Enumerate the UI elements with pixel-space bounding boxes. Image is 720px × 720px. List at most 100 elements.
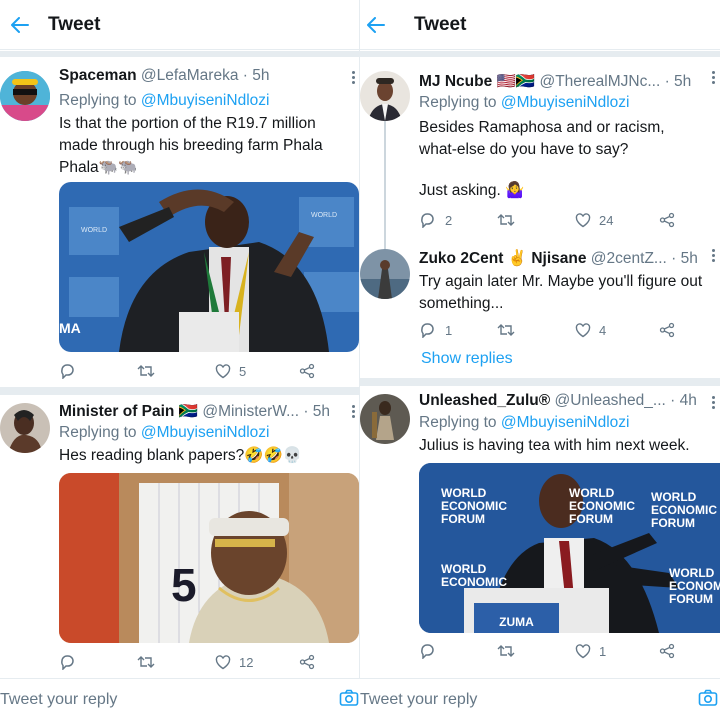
reply-button[interactable] (59, 654, 137, 670)
timestamp: · 5h (242, 67, 270, 84)
tweet-text: Try again later Mr. Maybe you'll figure … (419, 273, 703, 312)
like-button[interactable]: 24 (575, 213, 659, 228)
media-nameplate: ZUMA (499, 615, 534, 629)
share-button[interactable] (659, 643, 675, 659)
avatar[interactable] (360, 71, 410, 121)
tweet-image[interactable]: WORLD WORLD MA (59, 182, 359, 352)
user-handle[interactable]: @LefaMareka (141, 67, 239, 84)
tweet[interactable]: Minister of Pain 🇿🇦 @MinisterW... · 5h R… (0, 395, 359, 680)
media-caption: MA (59, 320, 81, 336)
reply-button[interactable]: 1 (419, 322, 497, 338)
media-banner-lower-left: WORLD ECONOMIC (441, 562, 507, 589)
media-banner-center: WORLD ECONOMIC FORUM (569, 486, 635, 526)
avatar[interactable] (360, 394, 410, 444)
share-button[interactable] (299, 363, 315, 379)
camera-icon[interactable] (698, 689, 718, 707)
user-handle[interactable]: @MinisterW... (202, 403, 299, 420)
divider (360, 378, 720, 386)
retweet-button[interactable] (137, 655, 215, 669)
replying-to-label: Replying to (59, 424, 137, 441)
retweet-button[interactable] (137, 364, 215, 378)
back-arrow-icon[interactable] (362, 0, 390, 50)
tweet-actions: 2 24 (419, 210, 679, 230)
divider (0, 387, 359, 395)
more-options-icon[interactable] (352, 405, 356, 419)
like-button[interactable]: 4 (575, 323, 659, 338)
media-banner-right: WORLD ECONOMIC FORUM (651, 490, 717, 530)
like-count: 4 (599, 322, 607, 338)
timestamp: · 5h (664, 73, 692, 90)
tweet-text-line2: Just asking. 🤷‍♀️ (419, 182, 525, 199)
reply-composer-bar: Tweet your reply Tweet your reply (0, 678, 720, 720)
media-banner-lower-right: WORLD ECONOMIC FORUM (669, 566, 720, 606)
more-options-icon[interactable] (352, 71, 356, 85)
reply-button[interactable]: 2 (419, 212, 497, 228)
display-name[interactable]: Unleashed_Zulu® (419, 392, 550, 409)
tweet-text: Julius is having tea with him next week. (419, 437, 690, 454)
like-button[interactable]: 5 (215, 364, 299, 379)
display-name[interactable]: Spaceman (59, 67, 137, 84)
svg-text:WORLD: WORLD (311, 212, 337, 219)
replying-to-link[interactable]: @MbuyiseniNdlozi (141, 424, 270, 441)
tweet[interactable]: Zuko 2Cent ✌️ Njisane @2centZ... · 5h Tr… (360, 237, 720, 347)
more-options-icon[interactable] (712, 249, 716, 263)
reply-input-left[interactable]: Tweet your reply (0, 691, 117, 709)
tweet[interactable]: MJ Ncube 🇺🇸🇿🇦 @TherealMJNc... · 5h Reply… (360, 57, 720, 237)
share-button[interactable] (659, 322, 675, 338)
timestamp: · 4h (670, 392, 697, 409)
tweet-actions: 1 (419, 641, 679, 661)
like-count: 1 (599, 643, 607, 659)
timestamp: · 5h (303, 403, 331, 420)
flag-emoji: 🇿🇦 (178, 403, 199, 420)
user-handle[interactable]: @2centZ... (591, 250, 667, 267)
display-name[interactable]: MJ Ncube (419, 73, 492, 90)
like-button[interactable]: 12 (215, 655, 299, 670)
back-arrow-icon[interactable] (0, 0, 40, 50)
left-tweet-pane: Tweet Spaceman @LefaMareka · 5h Replying… (0, 0, 360, 720)
timestamp: · 5h (671, 250, 698, 267)
svg-text:WORLD: WORLD (81, 227, 107, 234)
page-title: Tweet (414, 13, 467, 35)
right-header: Tweet (360, 0, 720, 50)
replying-to-link[interactable]: @MbuyiseniNdlozi (501, 94, 630, 111)
display-name-part2[interactable]: Njisane (531, 250, 586, 267)
camera-icon[interactable] (339, 689, 359, 707)
reply-button[interactable] (419, 643, 497, 659)
replying-to-label: Replying to (419, 414, 497, 431)
tweet-text: Hes reading blank papers?🤣🤣💀 (59, 447, 303, 464)
like-count: 24 (599, 212, 614, 228)
user-handle[interactable]: @Unleashed_... (554, 392, 665, 409)
avatar[interactable] (360, 249, 410, 299)
tweet[interactable]: Spaceman @LefaMareka · 5h Replying to @M… (0, 57, 359, 387)
page-title: Tweet (48, 13, 101, 35)
like-button[interactable]: 1 (575, 644, 659, 659)
reply-count: 1 (445, 322, 453, 338)
show-replies-link[interactable]: Show replies (421, 350, 513, 368)
right-tweet-pane: Tweet MJ Ncube 🇺🇸🇿🇦 @TherealMJNc... · 5h… (360, 0, 720, 720)
retweet-button[interactable] (497, 213, 575, 227)
user-handle[interactable]: @TherealMJNc... (539, 73, 660, 90)
display-name[interactable]: Zuko 2Cent (419, 250, 503, 267)
left-header: Tweet (0, 0, 359, 50)
tweet[interactable]: Unleashed_Zulu® @Unleashed_... · 4h Repl… (360, 386, 720, 676)
more-options-icon[interactable] (712, 71, 716, 85)
tweet-actions: 5 (59, 361, 319, 381)
tweet-actions: 12 (59, 652, 319, 672)
reply-input-right[interactable]: Tweet your reply (360, 691, 477, 709)
replying-to-label: Replying to (59, 92, 137, 109)
more-options-icon[interactable] (712, 396, 716, 410)
replying-to-link[interactable]: @MbuyiseniNdlozi (501, 414, 630, 431)
share-button[interactable] (299, 654, 315, 670)
reply-button[interactable] (59, 363, 137, 379)
tweet-image[interactable]: WORLD ECONOMIC FORUM WORLD ECONOMIC FORU… (419, 463, 720, 633)
reply-count: 2 (445, 212, 453, 228)
retweet-button[interactable] (497, 323, 575, 337)
retweet-button[interactable] (497, 644, 575, 658)
tweet-image[interactable]: 5 (59, 473, 359, 643)
like-count: 12 (239, 654, 254, 670)
avatar[interactable] (0, 403, 50, 453)
display-name[interactable]: Minister of Pain (59, 403, 174, 420)
avatar[interactable] (0, 71, 50, 121)
share-button[interactable] (659, 212, 675, 228)
replying-to-link[interactable]: @MbuyiseniNdlozi (141, 92, 270, 109)
